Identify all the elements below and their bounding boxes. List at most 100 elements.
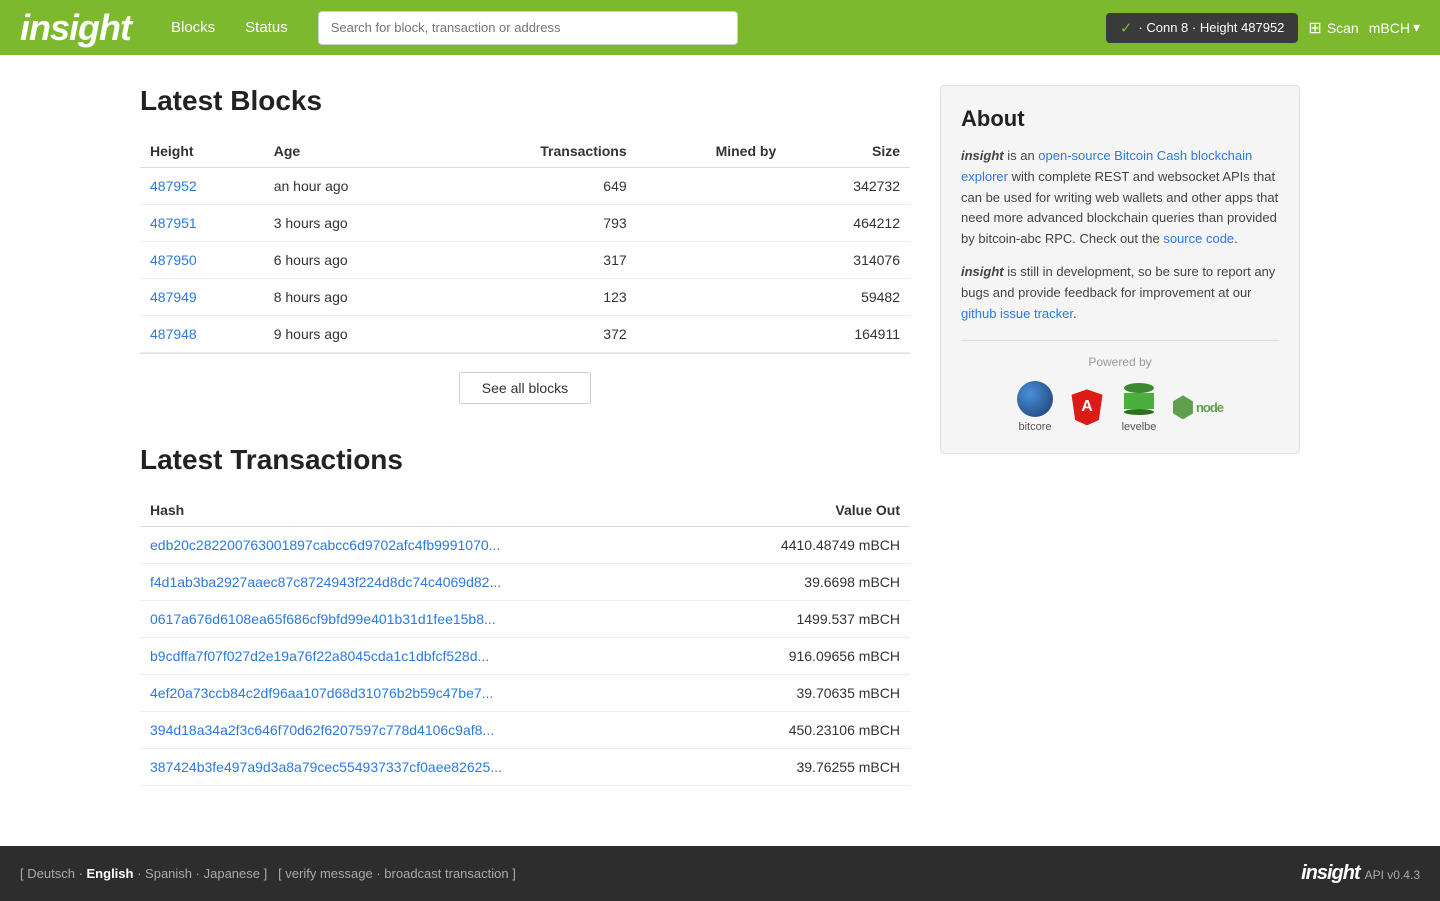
about-brand-1: insight	[961, 148, 1004, 163]
block-size-cell: 164911	[786, 316, 910, 353]
col-age: Age	[264, 135, 440, 168]
block-height-link[interactable]: 487952	[150, 178, 197, 194]
col-mined-by: Mined by	[637, 135, 787, 168]
table-row: edb20c282200763001897cabcc6d9702afc4fb99…	[140, 527, 910, 564]
tx-hash-link[interactable]: 4ef20a73ccb84c2df96aa107d68d31076b2b59c4…	[150, 685, 493, 701]
main-container: Latest Blocks Height Age Transactions Mi…	[120, 55, 1320, 816]
bitcore-icon	[1017, 381, 1053, 417]
logo-bitcore: bitcore	[1017, 381, 1053, 433]
footer: [ Deutsch · English · Spanish · Japanese…	[0, 846, 1440, 901]
blocks-table: Height Age Transactions Mined by Size 48…	[140, 135, 910, 353]
table-row: 487949 8 hours ago 123 59482	[140, 279, 910, 316]
bitcore-label: bitcore	[1018, 421, 1051, 433]
tx-hash-link[interactable]: f4d1ab3ba2927aaec87c8724943f224d8dc74c40…	[150, 574, 501, 590]
block-mined-by-cell	[637, 279, 787, 316]
conn-badge: ✓ · Conn 8 · Height 487952	[1106, 13, 1299, 43]
block-transactions-cell: 649	[439, 168, 636, 205]
nav-right: ✓ · Conn 8 · Height 487952 ⊞ Scan mBCH ▾	[1106, 13, 1420, 43]
block-mined-by-cell	[637, 242, 787, 279]
about-paragraph-2: insight is still in development, so be s…	[961, 262, 1279, 324]
block-age-cell: 9 hours ago	[264, 316, 440, 353]
scan-button[interactable]: ⊞ Scan	[1308, 18, 1358, 38]
table-row: f4d1ab3ba2927aaec87c8724943f224d8dc74c40…	[140, 564, 910, 601]
block-age-cell: 3 hours ago	[264, 205, 440, 242]
search-input[interactable]	[318, 11, 738, 45]
angular-icon: A	[1069, 389, 1105, 425]
block-mined-by-cell	[637, 316, 787, 353]
block-height-link[interactable]: 487951	[150, 215, 197, 231]
block-mined-by-cell	[637, 205, 787, 242]
block-height-cell: 487951	[140, 205, 264, 242]
tx-hash-link[interactable]: 387424b3fe497a9d3a8a79cec554937337cf0aee…	[150, 759, 502, 775]
col-height: Height	[140, 135, 264, 168]
tx-value-cell: 39.6698 mBCH	[700, 564, 910, 601]
source-code-link[interactable]: source code	[1163, 231, 1234, 246]
brand-logo: insight	[20, 7, 131, 49]
footer-bracket-close: ] [	[264, 866, 286, 881]
block-height-link[interactable]: 487950	[150, 252, 197, 268]
tx-value-cell: 1499.537 mBCH	[700, 601, 910, 638]
tx-hash-link[interactable]: 394d18a34a2f3c646f70d62f6207597c778d4106…	[150, 722, 494, 738]
footer-bracket-close-2: ]	[512, 866, 516, 881]
lang-english[interactable]: English	[87, 866, 134, 881]
broadcast-tx-link[interactable]: broadcast transaction	[384, 866, 508, 881]
lang-japanese[interactable]: Japanese	[204, 866, 260, 881]
tx-value-cell: 39.70635 mBCH	[700, 675, 910, 712]
nav-blocks[interactable]: Blocks	[171, 19, 215, 36]
transactions-table: Hash Value Out edb20c282200763001897cabc…	[140, 494, 910, 786]
tx-hash-link[interactable]: edb20c282200763001897cabcc6d9702afc4fb99…	[150, 537, 500, 553]
currency-label: mBCH	[1369, 20, 1410, 36]
logo-angular: A	[1069, 389, 1105, 425]
lang-spanish[interactable]: Spanish	[145, 866, 192, 881]
block-transactions-cell: 793	[439, 205, 636, 242]
tx-hash-cell: 0617a676d6108ea65f686cf9bfd99e401b31d1fe…	[140, 601, 700, 638]
leveldb-icon	[1121, 381, 1157, 417]
block-transactions-cell: 372	[439, 316, 636, 353]
tx-hash-cell: 394d18a34a2f3c646f70d62f6207597c778d4106…	[140, 712, 700, 749]
block-transactions-cell: 123	[439, 279, 636, 316]
block-transactions-cell: 317	[439, 242, 636, 279]
about-title: About	[961, 106, 1279, 132]
sidebar: About insight is an open-source Bitcoin …	[940, 85, 1300, 786]
nav-status[interactable]: Status	[245, 19, 288, 36]
block-size-cell: 314076	[786, 242, 910, 279]
col-transactions: Transactions	[439, 135, 636, 168]
tx-value-cell: 39.76255 mBCH	[700, 749, 910, 786]
block-height-link[interactable]: 487949	[150, 289, 197, 305]
see-all-wrapper: See all blocks	[140, 353, 910, 414]
tx-hash-link[interactable]: b9cdffa7f07f027d2e19a76f22a8045cda1c1dbf…	[150, 648, 489, 664]
about-paragraph-1: insight is an open-source Bitcoin Cash b…	[961, 146, 1279, 250]
tx-hash-link[interactable]: 0617a676d6108ea65f686cf9bfd99e401b31d1fe…	[150, 611, 496, 627]
latest-transactions-title: Latest Transactions	[140, 444, 910, 476]
qr-icon: ⊞	[1308, 18, 1321, 38]
footer-dot-3: ·	[196, 866, 204, 881]
powered-by-section: Powered by bitcore A	[961, 340, 1279, 433]
col-hash: Hash	[140, 494, 700, 527]
currency-dropdown[interactable]: mBCH ▾	[1369, 19, 1420, 36]
github-tracker-link[interactable]: github issue tracker	[961, 306, 1073, 321]
table-row: b9cdffa7f07f027d2e19a76f22a8045cda1c1dbf…	[140, 638, 910, 675]
table-row: 487951 3 hours ago 793 464212	[140, 205, 910, 242]
verify-message-link[interactable]: verify message	[285, 866, 372, 881]
table-row: 487950 6 hours ago 317 314076	[140, 242, 910, 279]
scan-label: Scan	[1327, 20, 1359, 36]
nodejs-icon: node	[1173, 393, 1223, 421]
block-age-cell: 6 hours ago	[264, 242, 440, 279]
about-brand-2: insight	[961, 264, 1004, 279]
table-row: 487948 9 hours ago 372 164911	[140, 316, 910, 353]
table-row: 487952 an hour ago 649 342732	[140, 168, 910, 205]
check-icon: ✓	[1120, 19, 1133, 37]
content-area: Latest Blocks Height Age Transactions Mi…	[140, 85, 910, 786]
lang-deutsch[interactable]: Deutsch	[27, 866, 75, 881]
tx-value-cell: 4410.48749 mBCH	[700, 527, 910, 564]
footer-brand: insight	[1301, 862, 1360, 885]
footer-dot-1: ·	[79, 866, 87, 881]
tx-hash-cell: f4d1ab3ba2927aaec87c8724943f224d8dc74c40…	[140, 564, 700, 601]
conn-label: · Conn 8 · Height 487952	[1138, 20, 1284, 35]
see-all-blocks-button[interactable]: See all blocks	[459, 372, 591, 404]
block-height-cell: 487949	[140, 279, 264, 316]
tx-hash-cell: 387424b3fe497a9d3a8a79cec554937337cf0aee…	[140, 749, 700, 786]
blockchain-explorer-link[interactable]: open-source Bitcoin Cash blockchain expl…	[961, 148, 1252, 184]
block-height-link[interactable]: 487948	[150, 326, 197, 342]
col-value-out: Value Out	[700, 494, 910, 527]
